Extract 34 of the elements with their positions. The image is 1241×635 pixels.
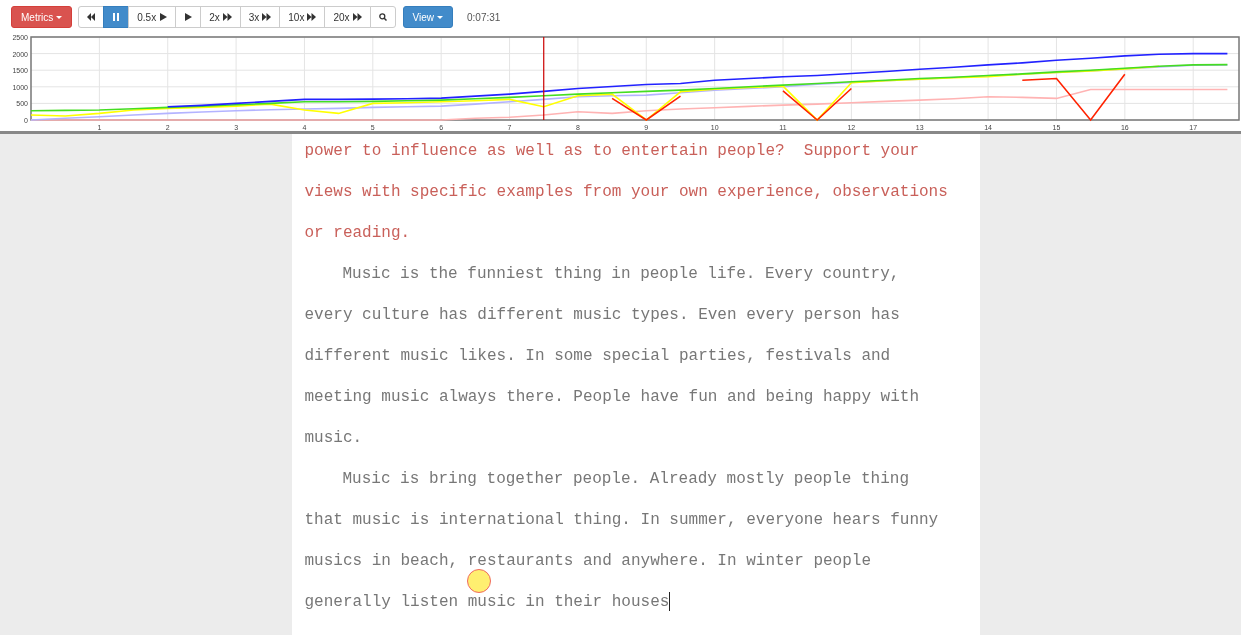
view-button[interactable]: View (402, 6, 453, 28)
essay-text: every culture has different music types. Even every person has (304, 305, 900, 325)
essay-text: musics in beach, restaurants and anywhere. In winter people (304, 551, 871, 571)
essay-text: meeting music always there. People have fun and being happy with (304, 387, 919, 407)
caret-icon (437, 15, 443, 19)
fast-forward-icon (352, 13, 362, 21)
play-icon (159, 13, 168, 21)
essay-text: Music is the funniest thing in people life. Every country, (342, 264, 900, 284)
search-icon (378, 13, 387, 21)
pause-icon (112, 13, 121, 21)
prompt-text: power to influence as well as to entertain people? Support your (304, 141, 919, 161)
essay-text: music. (304, 428, 363, 448)
essay-text: Music is bring together people. Already mostly people thing (342, 469, 909, 489)
essay-text: that music is international thing. In summer, everyone hears funny (304, 510, 939, 530)
playback-button[interactable] (369, 6, 396, 28)
play-icon (184, 13, 193, 21)
metrics-button[interactable]: Metrics (11, 6, 73, 28)
essay-text: different music likes. In some special parties, festivals and (304, 346, 891, 366)
playback-button[interactable] (78, 6, 105, 28)
playback-button[interactable]: 3x (239, 6, 281, 28)
playback-button[interactable] (175, 6, 202, 28)
playback-button[interactable]: 0.5x (128, 6, 177, 28)
essay-text: generally listen music in their houses (304, 592, 670, 612)
prompt-text: or reading. (304, 223, 411, 243)
caret-icon (56, 15, 63, 19)
fast-forward-icon (222, 13, 232, 21)
fast-forward-icon (262, 13, 272, 21)
rewind-icon (87, 13, 96, 21)
playback-button[interactable]: 10x (279, 6, 326, 28)
playback-button[interactable]: 2x (200, 6, 241, 28)
playback-button[interactable]: 20x (324, 6, 371, 28)
prompt-text: views with specific examples from your own experience, observations (304, 182, 948, 202)
fast-forward-icon (307, 13, 317, 21)
elapsed-time: 0:07:31 (467, 11, 501, 23)
